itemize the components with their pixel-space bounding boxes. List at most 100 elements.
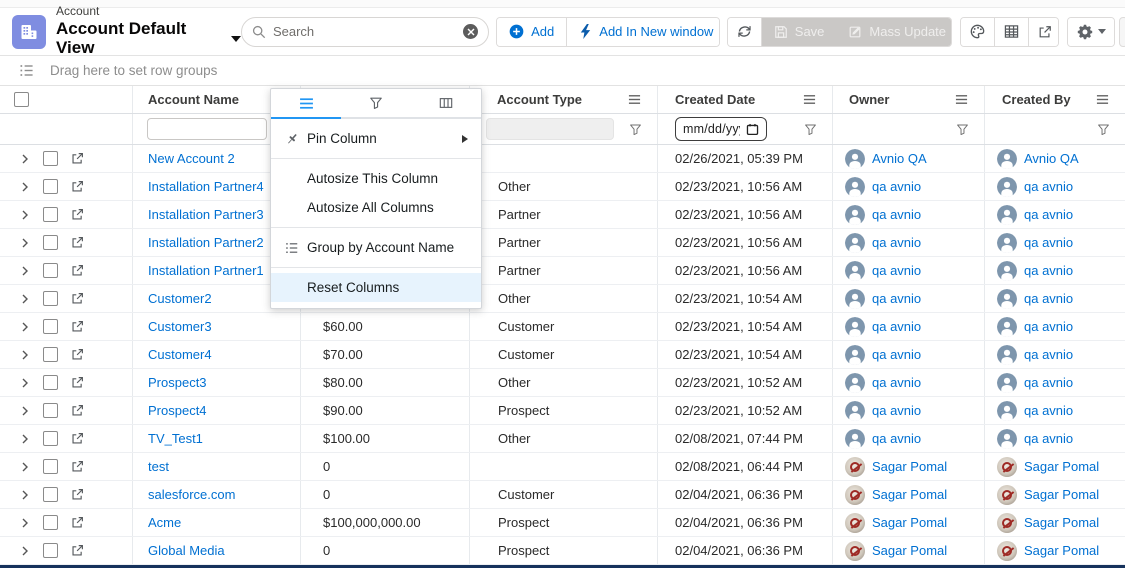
row-popout-icon[interactable]: [71, 404, 84, 417]
row-expand-chevron[interactable]: [20, 518, 30, 528]
open-new-window-button[interactable]: [1028, 18, 1059, 46]
menu-item-group-by[interactable]: Group by Account Name: [271, 233, 481, 262]
account-name-link[interactable]: Customer4: [148, 347, 212, 362]
row-expand-chevron[interactable]: [20, 462, 30, 472]
owner-link[interactable]: Sagar Pomal: [872, 543, 947, 558]
view-title[interactable]: Account Default View: [56, 19, 241, 58]
row-popout-icon[interactable]: [71, 236, 84, 249]
row-checkbox[interactable]: [43, 515, 58, 530]
account-name-link[interactable]: test: [148, 459, 169, 474]
row-popout-icon[interactable]: [71, 180, 84, 193]
settings-button[interactable]: [1068, 18, 1115, 46]
owner-link[interactable]: qa avnio: [872, 347, 921, 362]
menu-item-reset-columns[interactable]: Reset Columns: [271, 273, 481, 302]
created-by-link[interactable]: qa avnio: [1024, 263, 1073, 278]
row-expand-chevron[interactable]: [20, 322, 30, 332]
tab-filter[interactable]: [341, 89, 411, 119]
refresh-button[interactable]: [728, 18, 761, 46]
owner-link[interactable]: qa avnio: [872, 431, 921, 446]
created-by-link[interactable]: qa avnio: [1024, 431, 1073, 446]
search-box[interactable]: [241, 17, 489, 47]
column-menu-icon[interactable]: [1096, 93, 1109, 106]
add-in-new-window-button[interactable]: Add In New window: [566, 18, 720, 46]
header-owner[interactable]: Owner: [833, 86, 985, 113]
account-name-link[interactable]: Installation Partner4: [148, 179, 264, 194]
created-by-link[interactable]: qa avnio: [1024, 207, 1073, 222]
row-expand-chevron[interactable]: [20, 378, 30, 388]
row-popout-icon[interactable]: [71, 488, 84, 501]
funnel-icon[interactable]: [804, 123, 817, 136]
owner-link[interactable]: qa avnio: [872, 179, 921, 194]
row-expand-chevron[interactable]: [20, 266, 30, 276]
created-by-link[interactable]: Avnio QA: [1024, 151, 1079, 166]
row-popout-icon[interactable]: [71, 264, 84, 277]
row-checkbox[interactable]: [43, 263, 58, 278]
calendar-icon[interactable]: [746, 123, 759, 136]
owner-link[interactable]: qa avnio: [872, 263, 921, 278]
owner-link[interactable]: qa avnio: [872, 235, 921, 250]
account-name-link[interactable]: Installation Partner3: [148, 207, 264, 222]
created-by-link[interactable]: Sagar Pomal: [1024, 515, 1099, 530]
header-created-date[interactable]: Created Date: [658, 86, 833, 113]
owner-link[interactable]: Sagar Pomal: [872, 515, 947, 530]
row-popout-icon[interactable]: [71, 516, 84, 529]
row-checkbox[interactable]: [43, 319, 58, 334]
save-button[interactable]: Save: [761, 18, 837, 46]
row-checkbox[interactable]: [43, 207, 58, 222]
row-expand-chevron[interactable]: [20, 434, 30, 444]
header-created-by[interactable]: Created By: [985, 86, 1125, 113]
row-popout-icon[interactable]: [71, 432, 84, 445]
row-group-drop-zone[interactable]: Drag here to set row groups: [0, 56, 1125, 86]
row-expand-chevron[interactable]: [20, 406, 30, 416]
account-name-filter-input[interactable]: [147, 118, 267, 140]
funnel-icon[interactable]: [956, 123, 969, 136]
account-name-link[interactable]: Prospect4: [148, 403, 207, 418]
created-by-link[interactable]: qa avnio: [1024, 403, 1073, 418]
created-by-link[interactable]: Sagar Pomal: [1024, 487, 1099, 502]
account-name-link[interactable]: TV_Test1: [148, 431, 203, 446]
row-expand-chevron[interactable]: [20, 182, 30, 192]
tab-general[interactable]: [271, 89, 341, 119]
header-account-type[interactable]: Account Type: [470, 86, 658, 113]
owner-link[interactable]: Sagar Pomal: [872, 459, 947, 474]
account-name-link[interactable]: Acme: [148, 515, 181, 530]
owner-link[interactable]: qa avnio: [872, 375, 921, 390]
account-name-link[interactable]: Prospect3: [148, 375, 207, 390]
funnel-icon[interactable]: [629, 123, 642, 136]
row-popout-icon[interactable]: [71, 376, 84, 389]
account-name-link[interactable]: Installation Partner2: [148, 235, 264, 250]
account-name-link[interactable]: Customer2: [148, 291, 212, 306]
row-popout-icon[interactable]: [71, 460, 84, 473]
row-expand-chevron[interactable]: [20, 546, 30, 556]
search-input[interactable]: [273, 24, 463, 39]
menu-item-pin-column[interactable]: Pin Column: [271, 124, 481, 153]
search-clear-icon[interactable]: [463, 24, 478, 39]
row-expand-chevron[interactable]: [20, 294, 30, 304]
row-checkbox[interactable]: [43, 543, 58, 558]
add-button[interactable]: Add: [497, 18, 566, 46]
account-name-link[interactable]: New Account 2: [148, 151, 235, 166]
row-checkbox[interactable]: [43, 487, 58, 502]
row-checkbox[interactable]: [43, 347, 58, 362]
created-by-link[interactable]: qa avnio: [1024, 347, 1073, 362]
date-filter-input[interactable]: mm/dd/yyyy: [675, 117, 767, 141]
owner-link[interactable]: Avnio QA: [872, 151, 927, 166]
row-checkbox[interactable]: [43, 431, 58, 446]
row-expand-chevron[interactable]: [20, 490, 30, 500]
column-menu-icon[interactable]: [803, 93, 816, 106]
created-by-link[interactable]: qa avnio: [1024, 291, 1073, 306]
menu-item-autosize-all[interactable]: Autosize All Columns: [271, 193, 481, 222]
table-view-button[interactable]: [994, 18, 1028, 46]
row-popout-icon[interactable]: [71, 152, 84, 165]
palette-button[interactable]: [961, 18, 994, 46]
account-name-link[interactable]: Installation Partner1: [148, 263, 264, 278]
row-popout-icon[interactable]: [71, 292, 84, 305]
row-checkbox[interactable]: [43, 179, 58, 194]
created-by-link[interactable]: Sagar Pomal: [1024, 543, 1099, 558]
row-expand-chevron[interactable]: [20, 350, 30, 360]
row-expand-chevron[interactable]: [20, 238, 30, 248]
owner-link[interactable]: qa avnio: [872, 291, 921, 306]
owner-link[interactable]: qa avnio: [872, 319, 921, 334]
row-checkbox[interactable]: [43, 291, 58, 306]
row-checkbox[interactable]: [43, 235, 58, 250]
